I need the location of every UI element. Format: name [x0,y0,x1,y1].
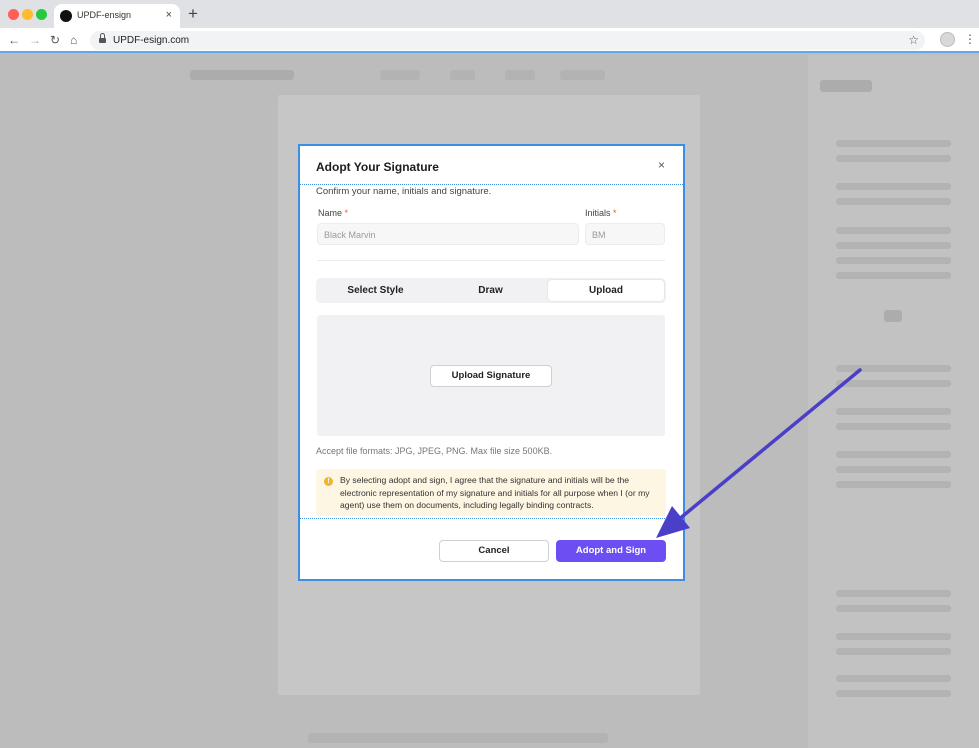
section-divider [317,260,665,261]
bg-panel-icon [884,310,902,322]
url-text: UPDF-esign.com [113,35,190,46]
initials-input[interactable]: BM [585,223,665,245]
signature-method-tabs: Select Style Draw Upload [316,278,666,303]
profile-avatar[interactable] [940,32,955,47]
bookmark-star-icon[interactable]: ☆ [908,33,919,47]
bg-panel-line [836,155,951,162]
close-icon[interactable]: × [658,158,665,172]
forward-arrow-icon[interactable]: → [29,32,41,48]
cancel-button[interactable]: Cancel [439,540,549,562]
bg-panel-line [836,590,951,597]
bg-panel-line [836,183,951,190]
info-icon: ! [324,477,333,486]
file-format-note: Accept file formats: JPG, JPEG, PNG. Max… [316,446,553,456]
consent-notice: ! By selecting adopt and sign, I agree t… [316,469,666,516]
home-icon[interactable]: ⌂ [70,32,77,48]
bg-panel-line [836,675,951,682]
updf-favicon-icon [60,10,72,22]
dialog-subtitle: Confirm your name, initials and signatur… [316,186,492,197]
name-label: Name * [318,208,348,218]
browser-toolbar: ← → ↻ ⌂ UPDF-esign.com ☆ [0,28,979,53]
tab-close-icon[interactable]: × [166,8,172,22]
name-input[interactable]: Black Marvin [317,223,579,245]
tab-upload[interactable]: Upload [548,280,664,301]
consent-notice-text: By selecting adopt and sign, I agree tha… [340,475,650,511]
bg-panel-line [836,227,951,234]
bg-panel-line [836,605,951,612]
back-arrow-icon[interactable]: ← [8,32,20,48]
tab-draw[interactable]: Draw [433,280,548,301]
new-tab-button[interactable]: + [188,5,198,23]
bg-logo-placeholder [190,70,294,80]
dialog-header: Adopt Your Signature × [300,146,683,185]
close-window-button[interactable] [8,9,19,20]
reload-icon[interactable]: ↻ [50,32,60,48]
browser-menu-icon[interactable]: ⋮ [964,31,976,47]
bg-panel-line [836,140,951,147]
address-bar[interactable]: UPDF-esign.com ☆ [90,31,925,50]
bg-toolbar-placeholder [450,70,475,80]
upload-drop-zone[interactable]: Upload Signature [317,315,665,436]
bg-panel-line [836,198,951,205]
tab-title: UPDF-ensign [77,10,132,20]
initials-label-text: Initials [585,208,611,218]
bg-panel-heading [820,80,872,92]
upload-signature-button[interactable]: Upload Signature [430,365,552,387]
adopt-signature-dialog: Adopt Your Signature × Confirm your name… [300,146,683,579]
footer-separator [300,518,683,519]
signature-dialog-frame: Adopt Your Signature × Confirm your name… [298,144,685,581]
initials-label: Initials * [585,208,617,218]
lock-icon [99,33,106,44]
bg-toolbar-placeholder [505,70,535,80]
bg-panel-line [836,257,951,264]
bg-panel-line [836,633,951,640]
bg-text-line [308,733,608,743]
required-mark: * [613,208,617,218]
dialog-title: Adopt Your Signature [316,160,439,174]
bg-panel-line [836,648,951,655]
annotation-arrow-icon [656,368,862,538]
bg-toolbar-placeholder [380,70,420,80]
minimize-window-button[interactable] [22,9,33,20]
bg-panel-line [836,242,951,249]
bg-toolbar-placeholder [560,70,605,80]
bg-panel-line [836,272,951,279]
tab-select-style[interactable]: Select Style [318,280,433,301]
adopt-and-sign-button[interactable]: Adopt and Sign [556,540,666,562]
bg-panel-line [836,690,951,697]
maximize-window-button[interactable] [36,9,47,20]
name-label-text: Name [318,208,343,218]
required-mark: * [344,208,349,218]
browser-tab[interactable]: UPDF-ensign × [54,4,180,28]
browser-tabstrip: UPDF-ensign × + [0,0,979,28]
